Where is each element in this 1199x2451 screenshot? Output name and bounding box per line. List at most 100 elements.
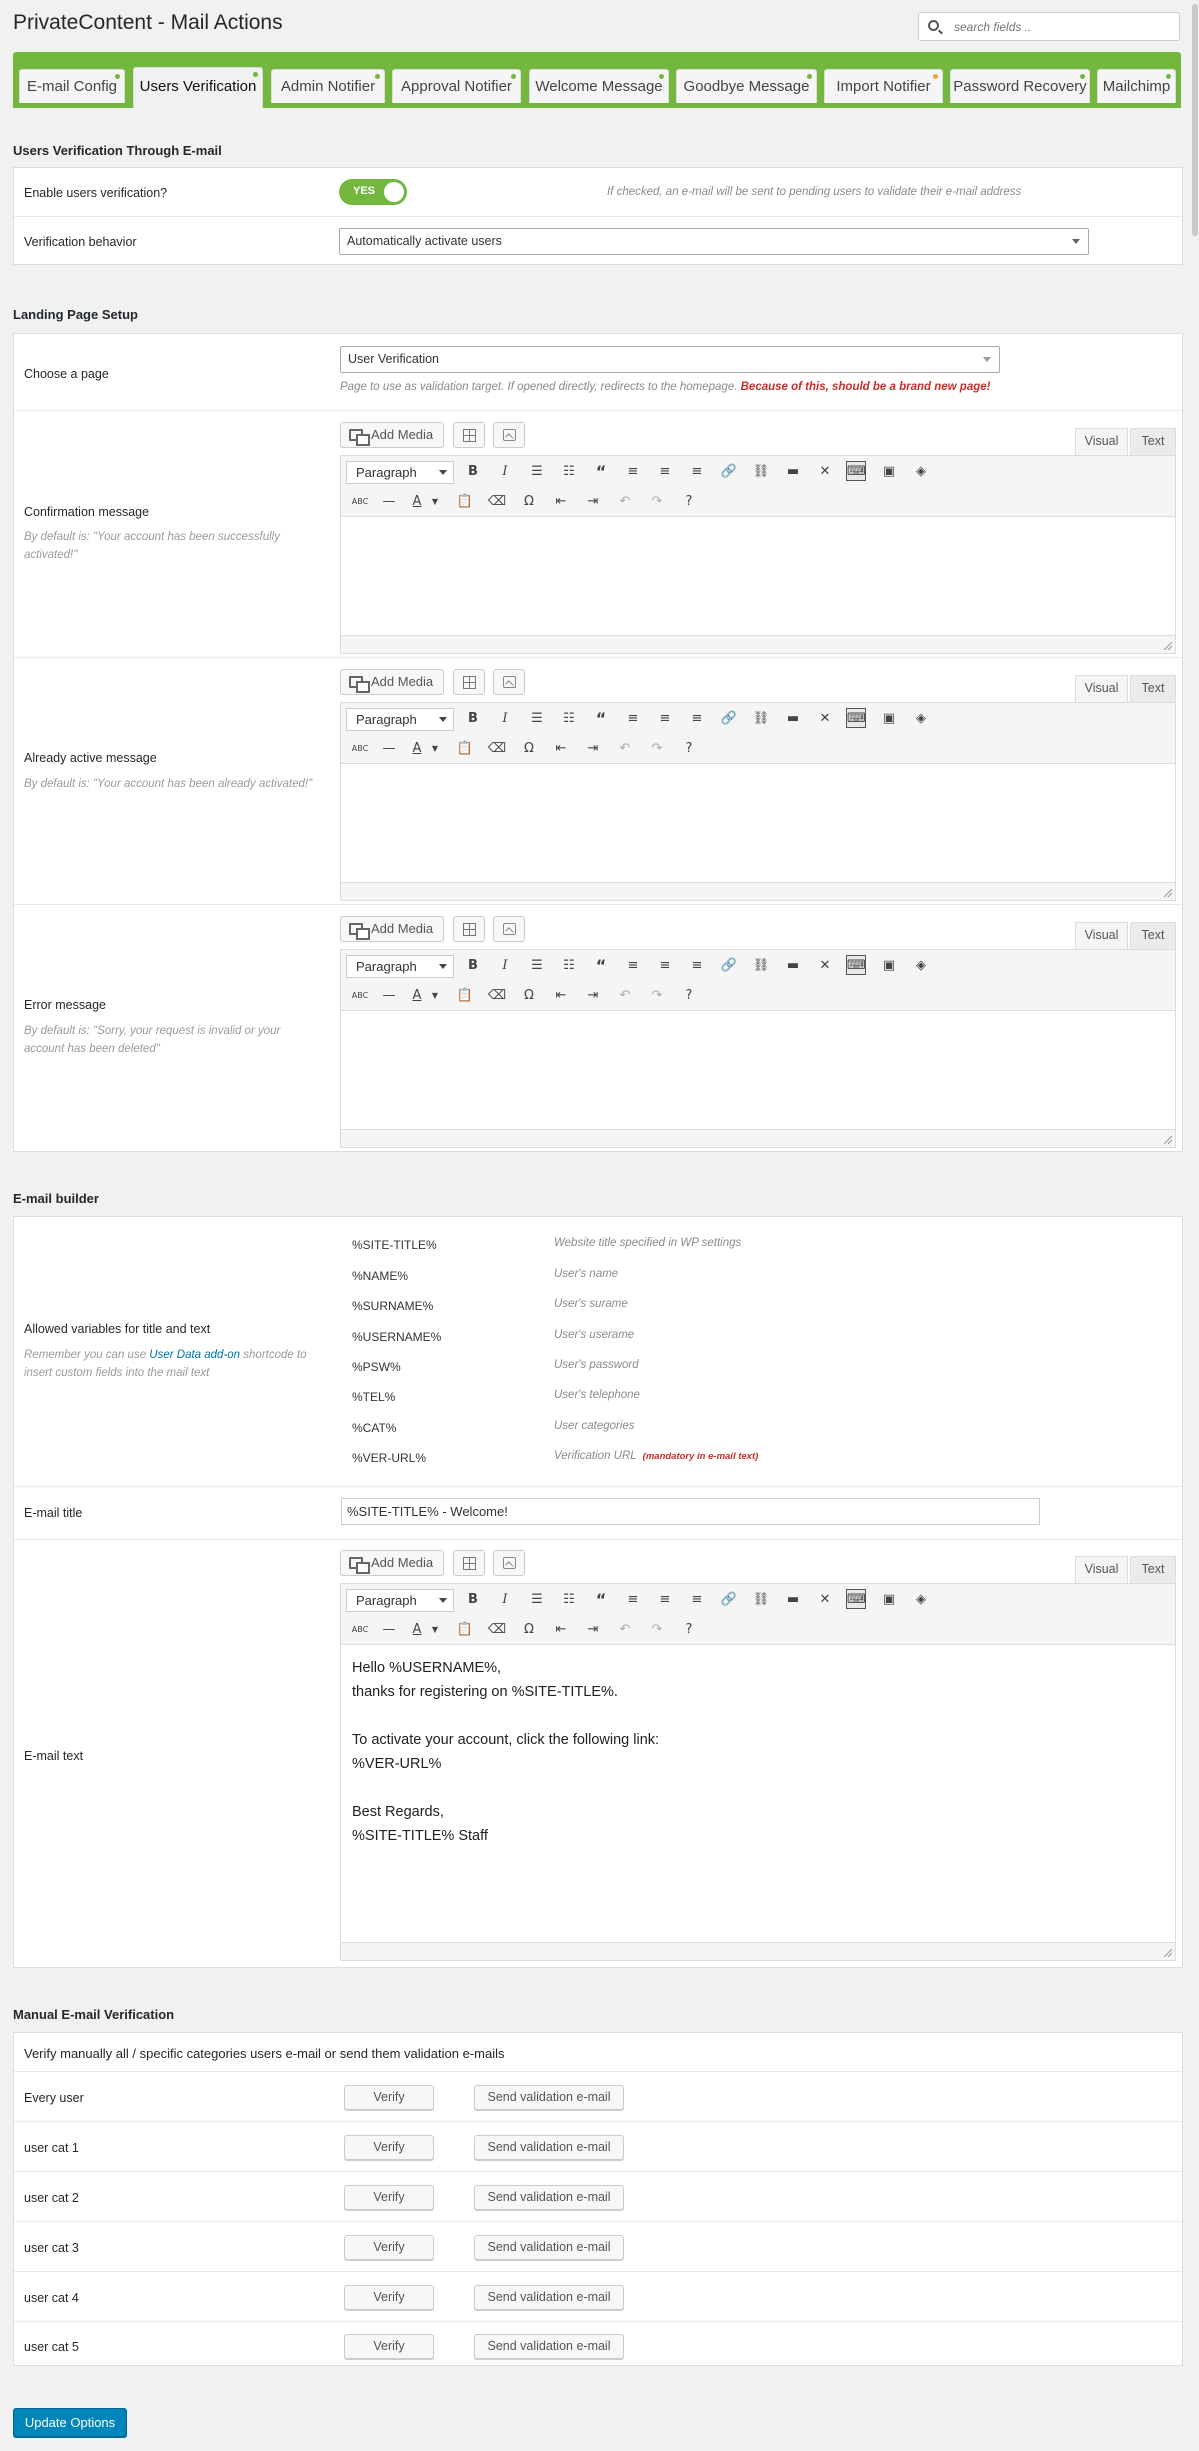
send-validation-button[interactable]: Send validation e-mail bbox=[474, 2085, 624, 2110]
strikethrough-icon[interactable]: ABC bbox=[350, 739, 370, 759]
send-validation-button[interactable]: Send validation e-mail bbox=[474, 2135, 624, 2160]
text-color-icon[interactable]: A bbox=[407, 492, 427, 512]
verify-button[interactable]: Verify bbox=[344, 2285, 434, 2310]
indent-icon[interactable]: ⇥ bbox=[583, 492, 603, 512]
search-input[interactable] bbox=[954, 18, 1169, 36]
tab-email-config[interactable]: E-mail Config bbox=[19, 69, 125, 103]
verify-button[interactable]: Verify bbox=[344, 2235, 434, 2260]
outdent-icon[interactable]: ⇤ bbox=[551, 1620, 571, 1640]
italic-icon[interactable]: I bbox=[495, 1590, 515, 1610]
editor-content-area[interactable]: Hello %USERNAME%, thanks for registering… bbox=[341, 1646, 1175, 1930]
tab-visual[interactable]: Visual bbox=[1075, 428, 1128, 455]
toolbar-toggle-icon[interactable]: ⌨ bbox=[846, 955, 866, 975]
scrollbar[interactable] bbox=[1190, 0, 1199, 2451]
insert-image-button[interactable] bbox=[493, 669, 525, 695]
clear-formatting-icon[interactable]: ⌫ bbox=[487, 739, 507, 759]
blockquote-icon[interactable]: “ bbox=[591, 956, 611, 976]
align-right-icon[interactable]: ≡ bbox=[687, 709, 707, 729]
blockquote-icon[interactable]: “ bbox=[591, 1590, 611, 1610]
add-media-button[interactable]: Add Media bbox=[340, 669, 444, 695]
link-icon[interactable]: 🔗 bbox=[719, 956, 739, 976]
editor-content-area[interactable] bbox=[341, 518, 1175, 617]
horizontal-line-icon[interactable]: — bbox=[379, 986, 399, 1006]
indent-icon[interactable]: ⇥ bbox=[583, 739, 603, 759]
redo-icon[interactable]: ↷ bbox=[647, 492, 667, 512]
editor-content-area[interactable] bbox=[341, 1012, 1175, 1111]
undo-icon[interactable]: ↶ bbox=[615, 1620, 635, 1640]
align-center-icon[interactable]: ≡ bbox=[655, 709, 675, 729]
bold-icon[interactable]: B bbox=[463, 1590, 483, 1610]
tab-password-recovery[interactable]: Password Recovery bbox=[950, 69, 1090, 103]
tab-text[interactable]: Text bbox=[1130, 922, 1176, 949]
strikethrough-icon[interactable]: ABC bbox=[350, 1620, 370, 1640]
add-media-button[interactable]: Add Media bbox=[340, 422, 444, 448]
undo-icon[interactable]: ↶ bbox=[615, 492, 635, 512]
numbered-list-icon[interactable]: ☷ bbox=[559, 956, 579, 976]
insert-gallery-button[interactable] bbox=[453, 422, 485, 448]
email-title-input[interactable]: %SITE-TITLE% - Welcome! bbox=[341, 1498, 1040, 1525]
horizontal-line-icon[interactable]: — bbox=[379, 1620, 399, 1640]
read-more-icon[interactable]: ▬ bbox=[783, 956, 803, 976]
fullscreen-icon[interactable]: ✕ bbox=[815, 956, 835, 976]
toolbar-toggle-icon[interactable]: ⌨ bbox=[846, 708, 866, 728]
tab-visual[interactable]: Visual bbox=[1075, 922, 1128, 949]
text-color-icon[interactable]: A bbox=[407, 1620, 427, 1640]
numbered-list-icon[interactable]: ☷ bbox=[559, 709, 579, 729]
tab-import-notifier[interactable]: Import Notifier bbox=[824, 69, 943, 103]
fullscreen-icon[interactable]: ✕ bbox=[815, 709, 835, 729]
outdent-icon[interactable]: ⇤ bbox=[551, 739, 571, 759]
editor-content-area[interactable] bbox=[341, 765, 1175, 864]
horizontal-line-icon[interactable]: — bbox=[379, 739, 399, 759]
numbered-list-icon[interactable]: ☷ bbox=[559, 1590, 579, 1610]
help-icon[interactable]: ? bbox=[679, 739, 699, 759]
user-card-icon[interactable]: ▣ bbox=[879, 709, 899, 729]
tab-text[interactable]: Text bbox=[1130, 675, 1176, 702]
send-validation-button[interactable]: Send validation e-mail bbox=[474, 2285, 624, 2310]
horizontal-line-icon[interactable]: — bbox=[379, 492, 399, 512]
read-more-icon[interactable]: ▬ bbox=[783, 709, 803, 729]
search-box[interactable] bbox=[918, 12, 1180, 41]
verify-button[interactable]: Verify bbox=[344, 2135, 434, 2160]
bold-icon[interactable]: B bbox=[463, 709, 483, 729]
read-more-icon[interactable]: ▬ bbox=[783, 1590, 803, 1610]
indent-icon[interactable]: ⇥ bbox=[583, 1620, 603, 1640]
layers-icon[interactable]: ◈ bbox=[911, 462, 931, 482]
align-left-icon[interactable]: ≡ bbox=[623, 709, 643, 729]
user-data-addon-link[interactable]: User Data add-on bbox=[149, 1349, 240, 1361]
align-right-icon[interactable]: ≡ bbox=[687, 956, 707, 976]
help-icon[interactable]: ? bbox=[679, 1620, 699, 1640]
format-select[interactable]: Paragraph bbox=[346, 461, 454, 484]
indent-icon[interactable]: ⇥ bbox=[583, 986, 603, 1006]
read-more-icon[interactable]: ▬ bbox=[783, 462, 803, 482]
special-character-icon[interactable]: Ω bbox=[519, 1620, 539, 1640]
align-left-icon[interactable]: ≡ bbox=[623, 956, 643, 976]
resize-handle-icon[interactable] bbox=[1164, 1136, 1172, 1144]
blockquote-icon[interactable]: “ bbox=[591, 462, 611, 482]
align-left-icon[interactable]: ≡ bbox=[623, 462, 643, 482]
chevron-down-icon[interactable]: ▼ bbox=[425, 492, 445, 512]
tab-goodbye-message[interactable]: Goodbye Message bbox=[676, 69, 817, 103]
tab-text[interactable]: Text bbox=[1130, 1556, 1176, 1583]
align-center-icon[interactable]: ≡ bbox=[655, 956, 675, 976]
tab-visual[interactable]: Visual bbox=[1075, 1556, 1128, 1583]
numbered-list-icon[interactable]: ☷ bbox=[559, 462, 579, 482]
user-card-icon[interactable]: ▣ bbox=[879, 462, 899, 482]
special-character-icon[interactable]: Ω bbox=[519, 492, 539, 512]
bullet-list-icon[interactable]: ☰ bbox=[527, 709, 547, 729]
resize-handle-icon[interactable] bbox=[1164, 642, 1172, 650]
text-color-icon[interactable]: A bbox=[407, 986, 427, 1006]
verification-behavior-select[interactable]: Automatically activate users bbox=[339, 228, 1089, 255]
add-media-button[interactable]: Add Media bbox=[340, 1550, 444, 1576]
enable-verification-toggle[interactable]: YES bbox=[339, 179, 407, 205]
user-card-icon[interactable]: ▣ bbox=[879, 956, 899, 976]
italic-icon[interactable]: I bbox=[495, 462, 515, 482]
resize-handle-icon[interactable] bbox=[1164, 889, 1172, 897]
text-color-icon[interactable]: A bbox=[407, 739, 427, 759]
align-right-icon[interactable]: ≡ bbox=[687, 1590, 707, 1610]
unlink-icon[interactable]: ⛓ bbox=[751, 956, 771, 976]
tab-welcome-message[interactable]: Welcome Message bbox=[529, 69, 669, 103]
send-validation-button[interactable]: Send validation e-mail bbox=[474, 2334, 624, 2359]
resize-handle-icon[interactable] bbox=[1164, 1949, 1172, 1957]
insert-image-button[interactable] bbox=[493, 1550, 525, 1576]
italic-icon[interactable]: I bbox=[495, 956, 515, 976]
